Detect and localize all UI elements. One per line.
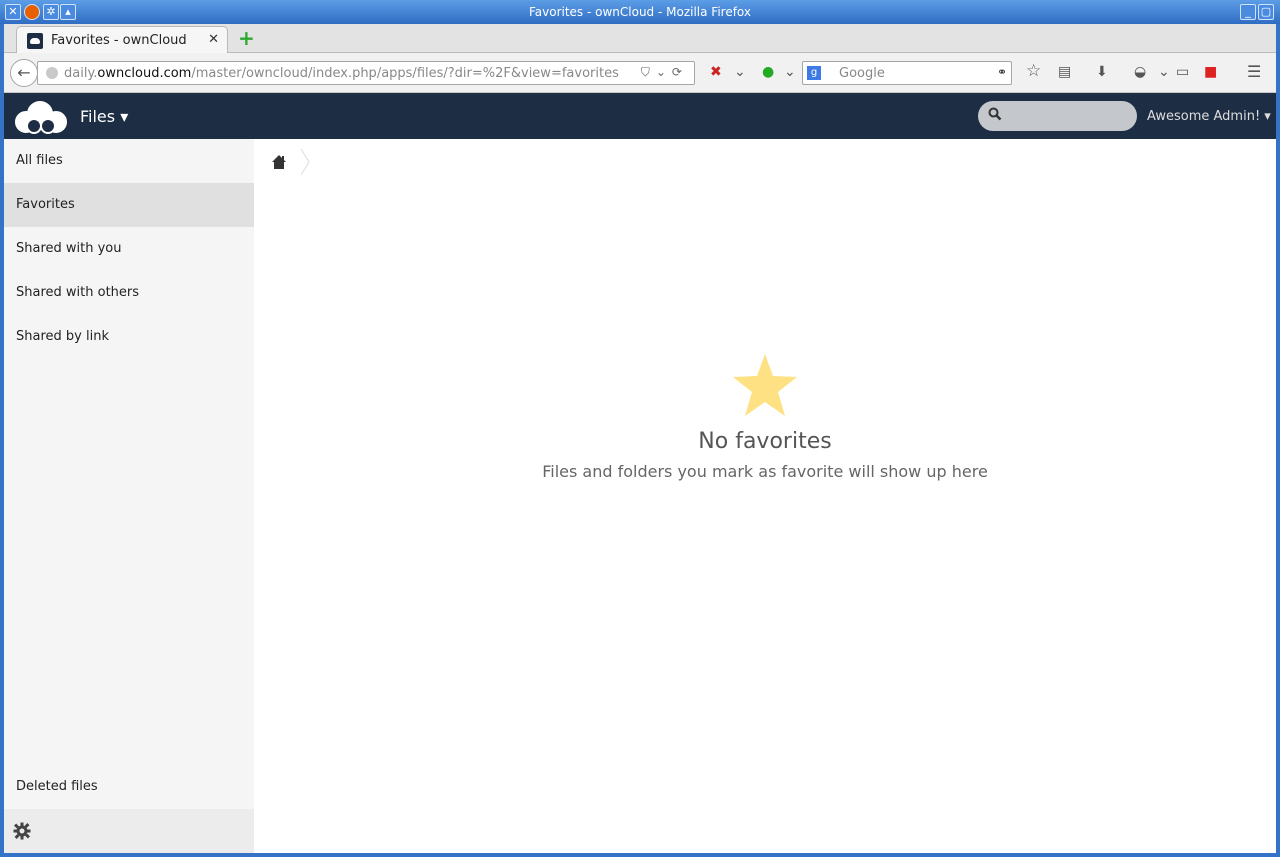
downloads-icon[interactable]: ⬇ [1096,64,1108,80]
site-identity-icon[interactable] [46,67,58,79]
sidebar-item-shared-with-others[interactable]: Shared with others [4,271,254,315]
search-placeholder: Google [839,66,885,81]
window-title: Favorites - ownCloud - Mozilla Firefox [528,5,752,19]
dropdown-icon[interactable]: ⌄ [1158,64,1170,80]
google-engine-icon[interactable]: g [807,66,821,80]
bookmark-star-icon[interactable]: ☆ [1026,61,1041,81]
sidebar-item-all-files[interactable]: All files [4,139,254,183]
url-text[interactable]: daily.owncloud.com/master/owncloud/index… [64,66,619,81]
hamburger-menu-icon[interactable]: ☰ [1247,62,1261,81]
settings-area [4,809,254,853]
search-bar[interactable]: g Google ⚭ [802,61,1012,85]
url-domain: owncloud.com [97,66,192,81]
pocket-icon[interactable]: ◒ [1134,64,1146,80]
owncloud-favicon-icon [27,33,43,49]
window-titlebar: ✕ ✲ ▴ Favorites - ownCloud - Mozilla Fir… [0,0,1280,24]
tab-strip: Favorites - ownCloud ✕ + [4,24,1276,54]
dropdown-icon[interactable]: ⌄ [784,64,796,80]
addon-status-icon[interactable]: ● [762,64,774,80]
url-path: /master/owncloud/index.php/apps/files/?d… [191,66,619,81]
breadcrumb-separator-icon [300,149,310,175]
home-icon[interactable] [271,154,287,170]
new-tab-button[interactable]: + [238,28,256,48]
binoculars-icon[interactable]: ⚭ [997,65,1007,79]
url-bar[interactable]: daily.owncloud.com/master/owncloud/index… [37,61,695,85]
app-navigation: All files Favorites Shared with you Shar… [4,139,254,853]
browser-window: ✕ ✲ ▴ Favorites - ownCloud - Mozilla Fir… [0,0,1280,857]
settings-gear-icon[interactable] [13,822,31,840]
search-icon [988,107,1002,121]
owncloud-header: Files ▾ Awesome Admin! ▾ [4,93,1276,139]
user-menu-button[interactable]: Awesome Admin! ▾ [1147,109,1271,124]
empty-content: No favorites Files and folders you mark … [254,353,1276,481]
sidebar-item-deleted-files[interactable]: Deleted files [4,765,254,809]
close-tab-icon[interactable]: ✕ [208,32,219,47]
star-icon [733,354,797,416]
sidebar-item-shared-with-you[interactable]: Shared with you [4,227,254,271]
empty-title: No favorites [698,429,832,454]
back-button[interactable]: ← [10,59,38,87]
empty-message: Files and folders you mark as favorite w… [542,462,988,481]
app-content: No favorites Files and folders you mark … [254,139,1276,853]
owncloud-logo-icon[interactable] [10,100,72,134]
addon-red-icon[interactable]: ■ [1204,64,1217,80]
owncloud-app: Files ▾ Awesome Admin! ▾ All files Favor… [4,93,1276,853]
screen-icon[interactable]: ▭ [1176,64,1189,80]
browser-content: Favorites - ownCloud ✕ + ← daily.ownclou… [4,24,1276,853]
dropdown-icon[interactable]: ⌄ [734,64,746,80]
sidebar-item-favorites[interactable]: Favorites [4,183,254,227]
navigation-toolbar: ← daily.owncloud.com/master/owncloud/ind… [4,53,1276,93]
tab-title: Favorites - ownCloud [51,33,187,48]
maximize-button[interactable]: ▢ [1258,4,1274,20]
app-menu-button[interactable]: Files ▾ [80,107,128,126]
tab-favorites[interactable]: Favorites - ownCloud ✕ [16,26,228,54]
url-bar-actions[interactable]: ⛉⌄⟳ [641,65,688,80]
blocked-download-icon[interactable]: ✖ [710,64,722,80]
minimize-button[interactable]: _ [1240,4,1256,20]
url-prefix: daily. [64,66,98,81]
reading-list-icon[interactable]: ▤ [1058,64,1071,80]
sidebar-item-shared-by-link[interactable]: Shared by link [4,315,254,359]
